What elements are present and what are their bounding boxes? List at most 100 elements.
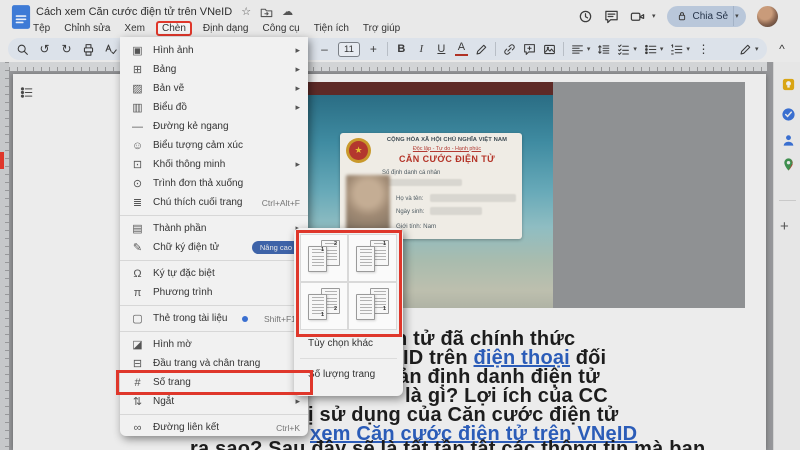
insert-menu-item-table[interactable]: ⊞ Bảng ▸ [120,60,308,79]
menu-định-dạng[interactable]: Định dạng [200,22,252,35]
submenu-item-page-count[interactable]: Số lượng trang [300,361,397,387]
increase-font-size-icon[interactable]: + [367,43,380,55]
menu-item-label: Biểu đồ [153,102,187,113]
insert-menu-item-special-characters[interactable]: Ω Ký tự đặc biệt [120,264,308,283]
footnote-icon: ≣ [132,197,143,209]
menu-tiện-ích[interactable]: Tiện ích [311,22,352,35]
underline-icon[interactable]: U [435,43,448,55]
insert-menu-item-drawing[interactable]: ▨ Bản vẽ ▸ [120,79,308,98]
insert-menu-item-image[interactable]: ▣ Hình ảnh ▸ [120,41,308,60]
editing-mode-caret-icon[interactable]: ▾ [755,45,759,53]
insert-menu-item-esignature[interactable]: ✎ Chữ ký điện tử Nâng cao [120,238,308,257]
video-call-caret-icon[interactable]: ▾ [652,12,656,20]
line-spacing-icon[interactable] [597,43,610,56]
document-outline-icon[interactable] [20,86,33,104]
numbered-list-icon[interactable] [670,43,683,56]
print-icon[interactable] [82,43,95,56]
submenu-arrow-icon: ▸ [295,102,300,112]
menu-item-label: Biểu tượng cảm xúc [153,140,243,151]
undo-icon[interactable]: ↺ [38,43,51,55]
building-blocks-icon: ▤ [132,223,143,235]
menu-item-label: Hình mờ [153,339,192,350]
highlight-color-icon[interactable] [475,43,488,56]
align-caret-icon[interactable]: ▾ [587,45,591,53]
tasks-icon[interactable] [780,106,796,122]
document-text-line-7[interactable]: ra sao? Sau đây sẽ là tất tần tật các th… [190,438,705,450]
align-icon[interactable] [571,43,584,56]
card-id-value-blurred [382,179,462,186]
insert-menu-item-horizontal-line[interactable]: — Đường kẻ ngang [120,117,308,136]
editing-mode-icon[interactable] [739,43,752,56]
move-folder-icon[interactable] [260,6,273,19]
numbered-list-caret-icon[interactable]: ▾ [686,45,690,53]
video-call-icon[interactable] [630,9,645,24]
maps-icon[interactable] [780,156,796,172]
google-docs-icon[interactable] [11,4,31,35]
special-characters-icon: Ω [133,267,142,280]
image-gray-region [553,82,745,308]
insert-menu-item-emoji[interactable]: ☺ Biểu tượng cảm xúc [120,136,308,155]
italic-icon[interactable]: I [415,43,428,55]
version-history-icon[interactable] [578,9,593,24]
insert-menu-item-equation[interactable]: π Phương trình [120,283,308,302]
decrease-font-size-icon[interactable]: – [318,43,331,55]
insert-menu-item-dropdown[interactable]: ⊙ Trình đơn thả xuống [120,174,308,193]
insert-link-icon[interactable] [503,43,516,56]
card-name-value-blurred [430,194,516,202]
get-add-ons-icon[interactable]: + [780,218,789,235]
card-title: CĂN CƯỚC ĐIỆN TỬ [398,154,495,164]
bold-icon[interactable]: B [395,43,408,55]
insert-menu-item-link[interactable]: ∞ Đường liên kết Ctrl+K [120,418,308,436]
hide-menus-icon[interactable]: ^ [775,43,788,55]
image-browser-strip [303,82,553,95]
checklist-icon[interactable] [617,43,630,56]
menu-xem[interactable]: Xem [121,22,148,35]
insert-menu-item-document-tabs[interactable]: ▢ Thẻ trong tài liệu Shift+F11 [120,309,308,328]
menu-divider [120,305,308,306]
document-title[interactable]: Cách xem Căn cước điện tử trên VNeID [36,6,232,18]
red-highlight-so-trang [116,370,313,395]
text-color-icon[interactable]: A [454,42,468,56]
side-panel-divider [779,200,796,201]
avatar[interactable] [756,5,778,27]
insert-image-icon[interactable] [543,43,556,56]
star-icon[interactable]: ☆ [241,6,251,18]
toolbar-separator [562,42,564,56]
menu-item-label: Thẻ trong tài liệu [153,313,228,324]
document-tabs-icon: ▢ [132,313,143,325]
font-size-value[interactable]: 11 [338,41,360,57]
menus-search-icon[interactable] [16,43,29,56]
redo-icon[interactable]: ↻ [60,43,73,55]
bulleted-list-icon[interactable] [644,43,657,56]
spellcheck-icon[interactable] [104,43,117,56]
keep-icon[interactable] [780,76,796,92]
vertical-ruler[interactable] [0,62,9,450]
submenu-arrow-icon: ▸ [295,396,300,406]
menu-tệp[interactable]: Tệp [30,22,53,35]
checklist-caret-icon[interactable]: ▾ [633,45,637,53]
insert-menu-item-smart-chips[interactable]: ⊡ Khối thông minh ▸ [120,155,308,174]
menu-chỉnh-sửa[interactable]: Chỉnh sửa [61,22,113,35]
menu-công-cụ[interactable]: Công cụ [259,22,302,35]
menu-item-label: Bảng [153,64,177,75]
insert-menu-item-footnote[interactable]: ≣ Chú thích cuối trang Ctrl+Alt+F [120,193,308,212]
document-text-fragment: ra sao? Sau đây sẽ là tất tần tật các th… [190,438,706,450]
add-comment-icon[interactable] [523,43,536,56]
submenu-arrow-icon: ▸ [295,83,300,93]
menu-divider [120,215,308,216]
contacts-icon[interactable] [780,132,796,148]
card-motto-line: Độc lập - Tự do - Hạnh phúc [412,145,482,152]
share-button-label: Chia Sẻ [692,10,729,22]
comment-icon[interactable] [604,9,619,24]
menu-chen-active[interactable]: Chèn [155,20,192,36]
menu-item-label: Chữ ký điện tử [153,242,220,253]
menu-trợ-giúp[interactable]: Trợ giúp [360,22,403,35]
bulleted-list-caret-icon[interactable]: ▾ [660,45,664,53]
insert-menu-item-watermark[interactable]: ◪ Hình mờ [120,335,308,354]
more-options-icon[interactable]: ⋮ [697,43,710,55]
insert-menu-item-chart[interactable]: ▥ Biểu đồ ▸ [120,98,308,117]
share-caret-icon[interactable]: ▾ [735,12,739,20]
side-panel: + [773,0,800,450]
insert-menu-item-building-blocks[interactable]: ▤Thành phần▸ [120,219,308,238]
share-button[interactable]: Chia Sẻ ▾ [666,5,746,27]
